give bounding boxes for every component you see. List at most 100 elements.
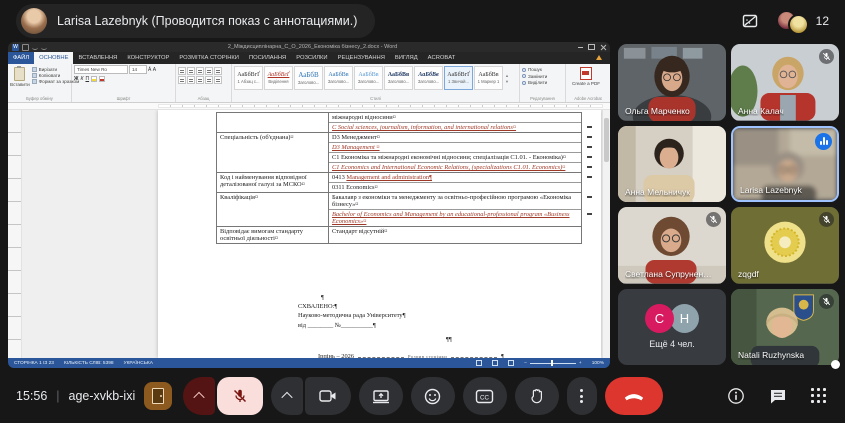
mic-off-icon — [822, 297, 831, 306]
raise-hand-button[interactable] — [515, 377, 559, 415]
participant-tile[interactable]: Ольга Марченко — [618, 44, 726, 121]
style-item: АаБбВгҐВиділення — [264, 66, 293, 90]
approval-block: СХВАЛЕНО:¶ Науково-методична рада Універ… — [298, 302, 406, 330]
style-item: АаБбВгҐ1 Абзац с... — [234, 66, 263, 90]
save-icon — [22, 44, 29, 51]
italic-button: К — [81, 76, 84, 82]
breakout-room-button[interactable] — [144, 382, 172, 410]
smiley-icon — [424, 388, 441, 405]
table-row: Спеціальність (об'єднана)¤ D3 Менеджмент… — [217, 133, 581, 173]
present-screen-button[interactable] — [359, 377, 403, 415]
clipboard-group: Вставити Вирізати Копіювати Формат за зр… — [8, 64, 72, 102]
styles-group: АаБбВгҐ1 Абзац с... АаБбВгҐВиділення АаБ… — [232, 64, 520, 102]
participant-tile[interactable]: Анна Калач — [731, 44, 839, 121]
call-controls: CC — [183, 377, 663, 415]
line-spacing-icon — [205, 76, 213, 84]
group-label-paragraph: Абзац — [178, 95, 229, 102]
chevron-up-icon — [193, 392, 204, 403]
overflow-count-label: Ещё 4 чел. — [649, 339, 695, 349]
participant-name: Светлана Супрунен… — [625, 269, 712, 279]
tab-review: РЕЦЕНЗУВАННЯ — [333, 52, 390, 64]
undo-icon — [32, 45, 38, 50]
chat-icon[interactable] — [769, 387, 787, 405]
replace-button: Замінити — [522, 74, 547, 79]
font-color-icon — [99, 76, 105, 82]
participant-tile-active-speaker[interactable]: Larisa Lazebnyk — [731, 126, 839, 203]
group-label-clipboard: Буфер обміну — [10, 95, 69, 102]
camera-options-button[interactable] — [271, 377, 303, 415]
overflow-avatars: C H — [645, 304, 699, 333]
participant-tile[interactable]: Анна Мельничук — [618, 126, 726, 203]
clipboard-icon — [14, 67, 25, 81]
mic-muted-badge — [819, 212, 834, 227]
font-group: Times New Ro 14 А́ А Ж К П Шрифт — [72, 64, 176, 102]
end-call-button[interactable] — [605, 377, 663, 415]
styles-scroll-icons: ▲▼ — [504, 66, 510, 90]
align-left-icon — [178, 76, 186, 84]
document-scrollbar — [602, 110, 610, 358]
mic-off-icon — [822, 52, 831, 61]
select-icon — [522, 81, 526, 85]
participants-chip[interactable]: 12 — [776, 9, 829, 33]
zoom-slider: −+ — [524, 361, 582, 366]
mic-muted-badge — [819, 294, 834, 309]
presenter-banner: Larisa Lazebnyk (Проводится показ с анно… — [16, 4, 375, 38]
avatar: H — [670, 304, 699, 333]
participant-tile[interactable]: Natali Ruzhynska — [731, 289, 839, 366]
door-icon — [152, 388, 164, 404]
style-item: АаБбВвЗаголово... — [414, 66, 443, 90]
more-options-icon — [580, 389, 583, 403]
word-ribbon-tabs: ФАЙЛ ОСНОВНЕ ВСТАВЛЕННЯ КОНСТРУКТОР РОЗМ… — [8, 52, 610, 64]
raise-hand-icon — [530, 388, 544, 404]
top-bar: Larisa Lazebnyk (Проводится показ с анно… — [0, 0, 845, 42]
more-options-button[interactable] — [567, 377, 597, 415]
style-item-selected: АаБбВгҐ1 Звичай... — [444, 66, 473, 90]
camera-control — [271, 377, 351, 415]
participant-name: Larisa Lazebnyk — [740, 185, 802, 195]
participant-tile[interactable]: zqgdf — [731, 207, 839, 284]
word-ribbon: Вставити Вирізати Копіювати Формат за зр… — [8, 64, 610, 103]
layout-grid-icon[interactable] — [740, 11, 760, 31]
mic-options-button[interactable] — [183, 377, 215, 415]
presenter-avatar — [21, 8, 47, 34]
participant-name: Анна Калач — [738, 106, 784, 116]
word-count: КІЛЬКІСТЬ СЛІВ: 5398 — [64, 361, 114, 366]
print-layout-icon — [492, 360, 498, 366]
mic-off-icon — [232, 388, 248, 404]
underline-button: П — [85, 76, 89, 82]
tab-design: КОНСТРУКТОР — [122, 52, 174, 64]
reactions-button[interactable] — [411, 377, 455, 415]
scissors-icon — [32, 67, 37, 72]
number-list-icon — [187, 67, 195, 75]
word-document-area: міжнародні відносини¤ C Social sciences,… — [8, 110, 610, 358]
mic-toggle-button[interactable] — [217, 377, 263, 415]
bold-button: Ж — [74, 76, 79, 82]
language-indicator: УКРАЇНСЬКА — [124, 361, 153, 366]
style-item: АаБбВЗаголово... — [294, 66, 323, 90]
editing-group: Пошук Замінити Виділити Редагування — [520, 64, 566, 102]
participant-tile[interactable]: Светлана Супрунен… — [618, 207, 726, 284]
avatar: C — [645, 304, 674, 333]
screen-share: W 2_Міждисциплінарна_С_О_2026_Економіка … — [8, 42, 610, 368]
mic-muted-badge — [706, 212, 721, 227]
bullet-list-icon — [178, 67, 186, 75]
info-icon[interactable] — [727, 387, 745, 405]
style-item: АаБбВвЗаголово... — [384, 66, 413, 90]
camera-toggle-button[interactable] — [305, 377, 351, 415]
pilcrow-mark: ¶ — [321, 294, 324, 301]
apps-grid-icon[interactable] — [811, 388, 827, 404]
align-right-icon — [196, 76, 204, 84]
meeting-code: age-xvkb-ixi — [69, 389, 136, 403]
paste-button: Вставити — [10, 65, 30, 87]
participant-count: 12 — [816, 14, 829, 28]
captions-button[interactable]: CC — [463, 377, 507, 415]
maximize-icon — [588, 44, 595, 50]
overflow-participants-tile[interactable]: C H Ещё 4 чел. — [618, 289, 726, 366]
page-break-label: Розрив сторінки — [408, 354, 447, 358]
captions-icon: CC — [475, 389, 494, 404]
document-table: міжнародні відносини¤ C Social sciences,… — [216, 112, 582, 244]
vertical-ruler — [8, 110, 22, 358]
font-name-box: Times New Ro — [74, 65, 128, 74]
search-icon — [522, 68, 526, 72]
tab-file: ФАЙЛ — [8, 52, 34, 64]
